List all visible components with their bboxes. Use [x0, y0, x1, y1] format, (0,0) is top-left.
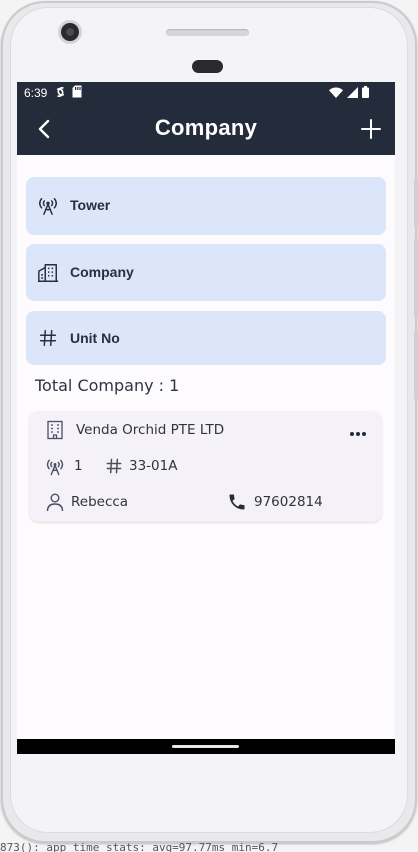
volume-down-button[interactable]	[414, 238, 418, 318]
phone-icon[interactable]	[227, 492, 247, 512]
volume-up-button[interactable]	[414, 178, 418, 228]
unit-number: 33-01A	[129, 458, 178, 474]
earpiece-speaker	[166, 29, 249, 36]
filter-unit-no[interactable]: Unit No	[26, 311, 386, 365]
more-options-icon[interactable]	[348, 428, 368, 440]
hash-icon	[106, 458, 122, 474]
company-name: Venda Orchid PTE LTD	[76, 422, 225, 438]
page-title: Company	[154, 115, 258, 140]
filter-label-unit-no: Unit No	[70, 330, 120, 346]
status-notification-icons	[55, 85, 82, 99]
home-gesture-handle[interactable]	[172, 745, 239, 748]
tower-number: 1	[74, 458, 83, 474]
app-screen: 6:39 Company Tower Company Unit No Total…	[17, 82, 395, 754]
company-card[interactable]: Venda Orchid PTE LTD 1 33-01A Rebecca 97…	[29, 411, 382, 522]
tower-antenna-icon	[46, 459, 64, 476]
filter-company[interactable]: Company	[26, 244, 386, 301]
proximity-sensor	[192, 60, 223, 73]
front-camera	[61, 23, 79, 41]
system-navigation-bar	[17, 739, 395, 754]
status-bar: 6:39	[17, 82, 395, 105]
person-icon	[46, 493, 64, 512]
wifi-icon	[329, 87, 343, 98]
building-icon	[37, 264, 59, 282]
app-bar: Company	[17, 105, 395, 155]
contact-phone[interactable]: 97602814	[254, 494, 323, 510]
total-company-count: Total Company : 1	[35, 376, 180, 395]
battery-icon	[362, 86, 369, 98]
status-time: 6:39	[24, 86, 48, 100]
hash-icon	[39, 329, 57, 347]
filter-tower[interactable]: Tower	[26, 177, 386, 235]
add-icon[interactable]	[359, 117, 383, 141]
filter-label-tower: Tower	[70, 197, 111, 213]
cellular-signal-icon	[347, 86, 358, 98]
contact-name: Rebecca	[71, 494, 129, 510]
building-icon	[47, 420, 63, 440]
power-button[interactable]	[414, 330, 418, 400]
console-log-text: 873(): app_time_stats: avg=97.77ms min=6…	[0, 842, 279, 852]
filter-label-company: Company	[70, 264, 134, 280]
device-page: 6:39 Company Tower Company Unit No Total…	[0, 0, 418, 852]
status-system-icons	[329, 86, 369, 98]
sd-card-icon	[72, 85, 82, 98]
sync-status-icon	[56, 87, 65, 97]
antenna-icon	[39, 197, 57, 215]
